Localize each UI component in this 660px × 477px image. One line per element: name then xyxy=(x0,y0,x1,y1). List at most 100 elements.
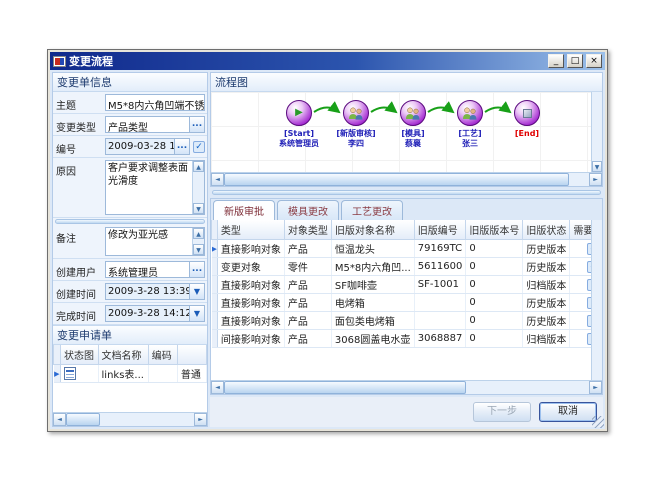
stop-icon xyxy=(523,109,532,118)
flow-node-task[interactable] xyxy=(343,100,369,126)
grid-cell: 0 xyxy=(466,330,523,348)
grid-row[interactable]: 间接影响对象产品3068圆盖电水壶30688870归档版本 xyxy=(212,330,592,348)
flow-node-task[interactable] xyxy=(400,100,426,126)
scroll-down-icon[interactable]: ▼ xyxy=(193,244,204,255)
tab-item[interactable]: 模具更改 xyxy=(277,200,339,220)
scroll-down-icon[interactable]: ▼ xyxy=(592,161,602,172)
minimize-button[interactable]: _ xyxy=(548,54,564,68)
doc-name-cell: links表... xyxy=(98,365,148,383)
scroll-right-icon[interactable]: ► xyxy=(589,381,602,394)
grid-cell: 5611600 xyxy=(414,258,466,276)
grid-cell: 3068887 xyxy=(414,330,466,348)
scroll-right-icon[interactable]: ► xyxy=(589,173,602,186)
scroll-down-icon[interactable]: ▼ xyxy=(193,203,204,214)
grid-cell: M5*8内六角凹... xyxy=(331,258,414,276)
grid-column-header[interactable]: 旧版状态 xyxy=(523,220,570,240)
scroll-left-icon[interactable]: ◄ xyxy=(211,381,224,394)
grid-row[interactable]: 直接影响对象产品电烤箱0历史版本 xyxy=(212,294,592,312)
field-value: 系统管理员 xyxy=(106,262,189,277)
ellipsis-button[interactable]: ... xyxy=(189,262,204,277)
maximize-button[interactable]: □ xyxy=(567,54,583,68)
change-process-dialog: 变更流程 _ □ × 变更单信息 主题M5*8内六角凹端不锈钢紧固螺钉变更类型产… xyxy=(47,49,608,432)
field-input[interactable]: 2009-03-28 13:39:01... xyxy=(105,138,190,155)
next-button[interactable]: 下一步 xyxy=(473,402,531,422)
grid-row[interactable]: 变更对象零件M5*8内六角凹...56116000历史版本✓M5*8 xyxy=(212,258,592,276)
request-row[interactable]: ▶links表...普通 xyxy=(54,365,207,383)
field-row: 备注修改为亚光感▲▼ xyxy=(53,225,207,259)
upgrade-cell xyxy=(570,294,591,312)
ellipsis-button[interactable]: ... xyxy=(174,139,189,154)
field-input[interactable]: 2009-3-28 14:12:50▼ xyxy=(105,305,205,322)
request-list-clip: 状态图文档名称编码▶links表...普通 xyxy=(53,345,207,412)
grid-row[interactable]: ▶直接影响对象产品恒温龙头79169TC0历史版本✓ xyxy=(212,240,592,258)
field-vscrollbar[interactable]: ▲▼ xyxy=(192,161,204,214)
grid-row[interactable]: 直接影响对象产品面包类电烤箱0历史版本 xyxy=(212,312,592,330)
flow-hscrollbar[interactable]: ◄ ► xyxy=(211,172,602,186)
field-input[interactable]: 2009-3-28 13:39:01▼ xyxy=(105,283,205,300)
flow-chart-canvas[interactable]: ▶[Start]系统管理员 [新版审核]李四 [模具]蔡襄 [工艺]张三[End… xyxy=(211,92,591,172)
grid-column-header[interactable]: 类型 xyxy=(217,220,284,240)
grid-cell: 零件 xyxy=(284,258,331,276)
field-input[interactable]: 客户要求调整表面光滑度▲▼ xyxy=(105,160,205,215)
number-checkbox[interactable]: ✓ xyxy=(193,141,205,153)
flow-vscrollbar[interactable]: ▼ xyxy=(591,92,602,172)
field-input[interactable]: 产品类型... xyxy=(105,116,205,133)
flow-node-start[interactable]: ▶ xyxy=(286,100,312,126)
field-input[interactable]: 系统管理员... xyxy=(105,261,205,278)
request-list-hscrollbar[interactable]: ◄ ► xyxy=(53,412,207,426)
desktop: 变更流程 _ □ × 变更单信息 主题M5*8内六角凹端不锈钢紧固螺钉变更类型产… xyxy=(0,0,660,477)
field-input[interactable]: 修改为亚光感▲▼ xyxy=(105,227,205,256)
field-label: 创建时间 xyxy=(53,281,103,302)
flow-node-task[interactable] xyxy=(457,100,483,126)
field-input[interactable]: M5*8内六角凹端不锈钢紧固螺钉 xyxy=(105,94,205,111)
play-icon: ▶ xyxy=(295,108,303,118)
grid-column-header[interactable]: 需要升版 xyxy=(570,220,591,240)
tab-item[interactable]: 工艺更改 xyxy=(341,200,403,220)
flow-chart-caption: 流程图 xyxy=(211,73,602,92)
grid-column-header[interactable]: 旧版版本号 xyxy=(466,220,523,240)
scrollbar-thumb[interactable] xyxy=(66,413,100,426)
request-column-header[interactable]: 状态图 xyxy=(61,345,98,365)
ellipsis-button[interactable]: ... xyxy=(189,117,204,132)
field-label: 原因 xyxy=(53,158,103,217)
request-column-header[interactable]: 文档名称 xyxy=(98,345,148,365)
grid-column-header[interactable]: 对象类型 xyxy=(284,220,331,240)
flow-node-label: [End] xyxy=(491,129,563,139)
chevron-down-icon[interactable]: ▼ xyxy=(189,306,204,321)
flow-chart-panel: 流程图 ▶[Start]系统管理员 [新版审核]李四 [模具]蔡襄 [工艺]张三… xyxy=(210,72,603,187)
scrollbar-thumb[interactable] xyxy=(224,381,466,394)
grid-cell: 归档版本 xyxy=(523,276,570,294)
resize-grip[interactable] xyxy=(592,416,604,428)
request-column-header[interactable]: 编码 xyxy=(148,345,177,365)
field-row: 原因客户要求调整表面光滑度▲▼ xyxy=(53,158,207,218)
tab-active[interactable]: 新版审批 xyxy=(213,200,275,220)
scroll-left-icon[interactable]: ◄ xyxy=(211,173,224,186)
grid-column-header[interactable]: 旧版对象名称 xyxy=(331,220,414,240)
grid-cell: 产品 xyxy=(284,240,331,258)
scroll-right-icon[interactable]: ► xyxy=(194,413,207,426)
close-button[interactable]: × xyxy=(586,54,602,68)
grid-row[interactable]: 直接影响对象产品SF咖啡壶SF-10010归档版本SF咖 xyxy=(212,276,592,294)
field-value: M5*8内六角凹端不锈钢紧固螺钉 xyxy=(106,95,204,110)
upgrade-cell xyxy=(570,312,591,330)
scroll-up-icon[interactable]: ▲ xyxy=(193,161,204,172)
row-indicator-icon: ▶ xyxy=(54,365,61,383)
titlebar[interactable]: 变更流程 _ □ × xyxy=(50,52,605,70)
grid-cell: 历史版本 xyxy=(523,240,570,258)
scroll-left-icon[interactable]: ◄ xyxy=(53,413,66,426)
flow-node-end[interactable] xyxy=(514,100,540,126)
panel-splitter[interactable] xyxy=(212,190,601,195)
cancel-button[interactable]: 取消 xyxy=(539,402,597,422)
chevron-down-icon[interactable]: ▼ xyxy=(189,284,204,299)
field-value: 客户要求调整表面光滑度 xyxy=(106,161,192,214)
field-vscrollbar[interactable]: ▲▼ xyxy=(192,228,204,255)
request-column-header[interactable] xyxy=(177,345,206,365)
grid-vscrollbar[interactable] xyxy=(591,220,602,380)
field-row: 创建用户系统管理员... xyxy=(53,259,207,281)
grid-cell: 产品 xyxy=(284,312,331,330)
field-splitter[interactable] xyxy=(55,219,205,224)
scroll-up-icon[interactable]: ▲ xyxy=(193,228,204,239)
scrollbar-thumb[interactable] xyxy=(224,173,569,186)
grid-column-header[interactable]: 旧版编号 xyxy=(414,220,466,240)
grid-hscrollbar[interactable]: ◄ ► xyxy=(211,380,602,394)
